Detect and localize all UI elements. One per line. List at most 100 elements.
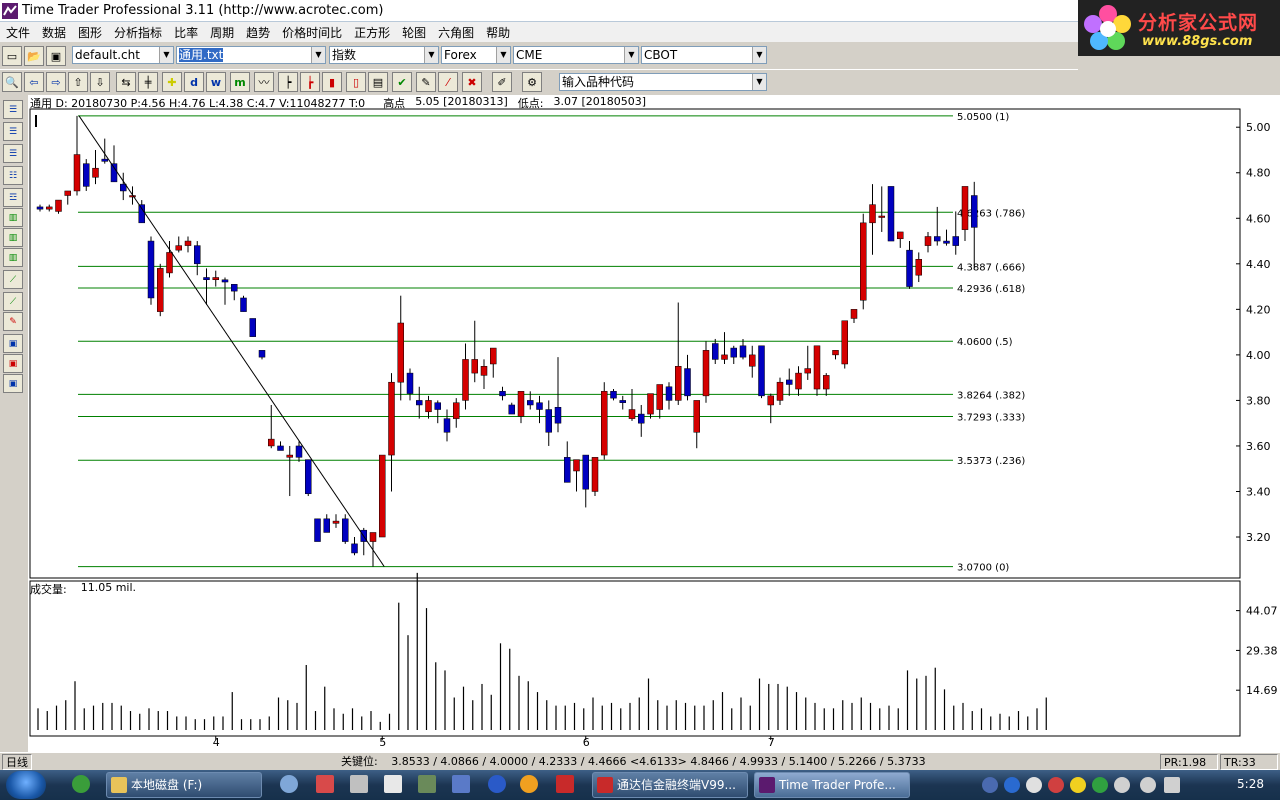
- candle-body: [434, 402, 441, 410]
- zoom-icon[interactable]: 🔍: [2, 72, 22, 92]
- speaker-icon[interactable]: [1114, 777, 1130, 793]
- chart-area[interactable]: 通用 D: 20180730 P:4.56 H:4.76 L:4.38 C:4.…: [28, 95, 1280, 752]
- line-chart-icon[interactable]: 〰: [254, 72, 274, 92]
- crosshair-icon[interactable]: ╪: [138, 72, 158, 92]
- menu-wheel[interactable]: 轮图: [396, 24, 432, 41]
- index-select[interactable]: 指数 ▼: [329, 46, 439, 64]
- delete-icon[interactable]: ✖: [462, 72, 482, 92]
- tray-window-icon[interactable]: [1026, 777, 1042, 793]
- cursor-cross-icon[interactable]: ✚: [162, 72, 182, 92]
- ohlc-icon[interactable]: ┢: [300, 72, 320, 92]
- app2-icon[interactable]: [280, 775, 298, 793]
- candle-body: [351, 543, 358, 554]
- start-button[interactable]: [6, 771, 46, 799]
- candle-icon[interactable]: ▮: [322, 72, 342, 92]
- settings-icon[interactable]: ⚙: [522, 72, 542, 92]
- chart-svg[interactable]: 5.0500 (1)4.6263 (.786)4.3887 (.666)4.29…: [28, 95, 1280, 752]
- app10-icon[interactable]: [556, 775, 574, 793]
- scale-icon[interactable]: ⇆: [116, 72, 136, 92]
- candle-body: [758, 345, 765, 397]
- weekly-icon[interactable]: w: [206, 72, 226, 92]
- gann-fan-icon[interactable]: ⟋: [3, 292, 23, 311]
- table-icon[interactable]: ▤: [368, 72, 388, 92]
- tray-red-icon[interactable]: [1048, 777, 1064, 793]
- menu-trend[interactable]: 趋势: [240, 24, 276, 41]
- chevron-down-icon[interactable]: ▼: [752, 47, 766, 63]
- chevron-down-icon[interactable]: ▼: [496, 47, 510, 63]
- tray-plus-icon[interactable]: [1070, 777, 1086, 793]
- erase-line-icon[interactable]: ⁄: [438, 72, 458, 92]
- square-red-icon[interactable]: ▣: [3, 354, 23, 373]
- signal-icon[interactable]: [1164, 777, 1180, 793]
- network-icon[interactable]: [982, 777, 998, 793]
- chevron-down-icon[interactable]: ▼: [624, 47, 638, 63]
- bars-green-2-icon[interactable]: ▥: [3, 228, 23, 247]
- task-explorer[interactable]: 本地磁盘 (F:): [106, 772, 262, 798]
- fan-icon[interactable]: ⟋: [3, 270, 23, 289]
- menu-period[interactable]: 周期: [204, 24, 240, 41]
- app3-icon[interactable]: [316, 775, 334, 793]
- symbol-input[interactable]: 输入品种代码 ▼: [559, 73, 767, 91]
- candle-body: [323, 518, 330, 533]
- arrow-right-icon[interactable]: ⇨: [46, 72, 66, 92]
- app4-icon[interactable]: [350, 775, 368, 793]
- fib-retrace-icon[interactable]: ☰: [3, 122, 23, 141]
- channel-icon[interactable]: ☲: [3, 188, 23, 207]
- menu-square[interactable]: 正方形: [348, 24, 396, 41]
- square-blue-icon[interactable]: ▣: [3, 374, 23, 393]
- arrow-up-icon[interactable]: ⇧: [68, 72, 88, 92]
- app8-icon[interactable]: [488, 775, 506, 793]
- market-select[interactable]: Forex ▼: [441, 46, 511, 64]
- fib-levels-icon[interactable]: ☰: [3, 100, 23, 119]
- menu-graphics[interactable]: 图形: [72, 24, 108, 41]
- price-tick-label: 4.00: [1246, 349, 1271, 362]
- bars-green-3-icon[interactable]: ▥: [3, 248, 23, 267]
- exchange2-select[interactable]: CBOT ▼: [641, 46, 767, 64]
- data-file-select[interactable]: 通用.txt ▼: [176, 46, 326, 64]
- browser-icon[interactable]: [72, 775, 90, 793]
- brush-icon[interactable]: ✐: [492, 72, 512, 92]
- chevron-down-icon[interactable]: ▼: [311, 47, 325, 63]
- candle-body: [194, 245, 201, 265]
- app6-icon[interactable]: [418, 775, 436, 793]
- menu-hexagon[interactable]: 六角图: [432, 24, 480, 41]
- bar-chart-icon[interactable]: ┝: [278, 72, 298, 92]
- chevron-down-icon[interactable]: ▼: [159, 47, 173, 63]
- candle-color-icon[interactable]: ▯: [346, 72, 366, 92]
- daily-icon[interactable]: d: [184, 72, 204, 92]
- draw-line-icon[interactable]: ✎: [416, 72, 436, 92]
- app9-icon[interactable]: [520, 775, 538, 793]
- volume-icon[interactable]: [1140, 777, 1156, 793]
- app5-icon[interactable]: [384, 775, 402, 793]
- chevron-down-icon[interactable]: ▼: [752, 74, 766, 90]
- menu-file[interactable]: 文件: [0, 24, 36, 41]
- menu-data[interactable]: 数据: [36, 24, 72, 41]
- price-tick-label: 3.20: [1246, 531, 1271, 544]
- exchange1-select[interactable]: CME ▼: [513, 46, 639, 64]
- chevron-down-icon[interactable]: ▼: [424, 47, 438, 63]
- task-tdx[interactable]: 通达信金融终端V99...: [592, 772, 748, 798]
- check-icon[interactable]: ✔: [392, 72, 412, 92]
- candle-body: [860, 222, 867, 301]
- arrow-down-icon[interactable]: ⇩: [90, 72, 110, 92]
- monthly-icon[interactable]: m: [230, 72, 250, 92]
- bars-green-icon[interactable]: ▥: [3, 208, 23, 227]
- save-disk-icon[interactable]: ▣: [46, 46, 66, 66]
- menu-price-time[interactable]: 价格时间比: [276, 24, 348, 41]
- open-folder-icon[interactable]: 📂: [24, 46, 44, 66]
- menu-indicators[interactable]: 分析指标: [108, 24, 168, 41]
- shield-icon[interactable]: [1092, 777, 1108, 793]
- menu-ratio[interactable]: 比率: [168, 24, 204, 41]
- app7-icon[interactable]: [452, 775, 470, 793]
- pen-icon[interactable]: ✎: [3, 312, 23, 331]
- grid-lines-icon[interactable]: ☷: [3, 166, 23, 185]
- menu-help[interactable]: 帮助: [480, 24, 516, 41]
- chart-file-select[interactable]: default.cht ▼: [72, 46, 174, 64]
- help-icon[interactable]: [1004, 777, 1020, 793]
- square-icon[interactable]: ▣: [3, 334, 23, 353]
- fib-ext-icon[interactable]: ☰: [3, 144, 23, 163]
- arrow-left-icon[interactable]: ⇦: [24, 72, 44, 92]
- task-timetrader[interactable]: Time Trader Profe...: [754, 772, 910, 798]
- new-file-icon[interactable]: ▭: [2, 46, 22, 66]
- candle-body: [240, 297, 247, 312]
